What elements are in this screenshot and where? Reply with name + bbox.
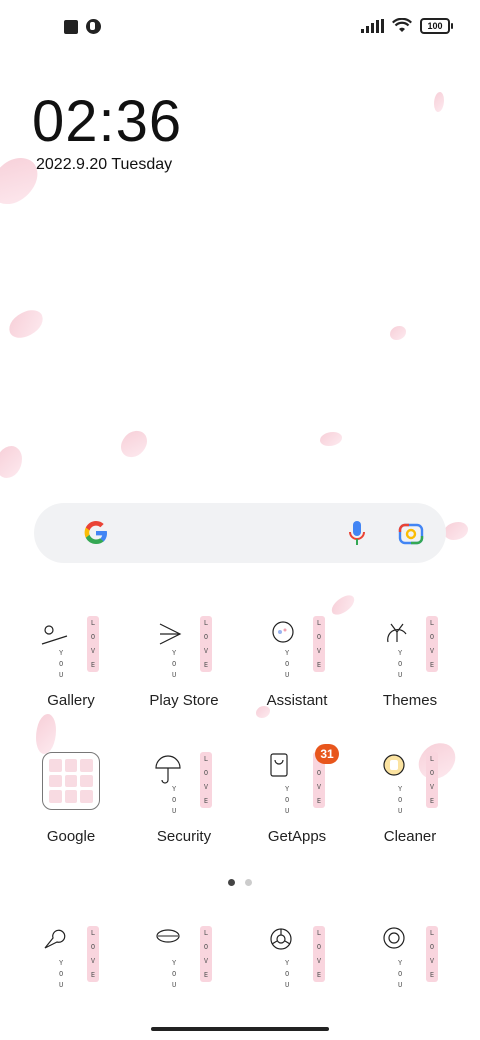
- themes-icon: [387, 623, 407, 643]
- signal-icon: [361, 19, 384, 33]
- page-dot: [245, 879, 252, 886]
- battery-icon: 100: [420, 18, 453, 34]
- messages-icon: [44, 929, 66, 949]
- dock-chrome[interactable]: YOU LOVE: [241, 926, 353, 992]
- app-label: Play Store: [149, 692, 219, 709]
- clock-date[interactable]: 2022.9.20 Tuesday: [36, 156, 172, 174]
- security-umbrella-icon: [155, 755, 181, 784]
- app-assistant[interactable]: YOU LOVE Assistant: [241, 616, 353, 709]
- wifi-icon: [392, 18, 412, 32]
- petal-decoration: [320, 432, 342, 446]
- chrome-icon: [270, 928, 292, 950]
- petal-decoration: [36, 714, 56, 754]
- page-indicator: [228, 879, 252, 886]
- dock-chat[interactable]: YOU LOVE: [128, 926, 240, 992]
- folder-icon: [42, 752, 100, 810]
- app-cleaner[interactable]: YOU LOVE Cleaner: [354, 752, 466, 845]
- petal-decoration: [390, 326, 406, 340]
- app-label: Assistant: [266, 692, 328, 709]
- page-dot-active: [228, 879, 235, 886]
- google-search-bar[interactable]: [34, 503, 446, 563]
- camera-icon: [383, 927, 405, 949]
- status-bar: 100: [0, 0, 480, 56]
- app-google-folder[interactable]: Google: [15, 752, 127, 845]
- stop-square-icon: [64, 19, 78, 34]
- petal-decoration: [434, 92, 444, 112]
- clock-time[interactable]: 02:36: [32, 88, 182, 155]
- cleaner-icon: [383, 754, 405, 776]
- getapps-bag-icon: [270, 753, 288, 777]
- petal-decoration: [328, 592, 358, 618]
- microphone-icon[interactable]: [348, 520, 366, 546]
- petal-decoration: [117, 426, 151, 462]
- petal-decoration: [4, 306, 48, 342]
- app-label: Cleaner: [383, 828, 437, 845]
- app-label: Security: [156, 828, 212, 845]
- google-lens-icon[interactable]: [398, 522, 424, 546]
- app-play-store[interactable]: YOU LOVE Play Store: [128, 616, 240, 709]
- app-label: Gallery: [47, 692, 95, 709]
- app-themes[interactable]: YOU LOVE Themes: [354, 616, 466, 709]
- app-label: GetApps: [267, 828, 327, 845]
- app-gallery[interactable]: YOU LOVE Gallery: [15, 616, 127, 709]
- app-getapps[interactable]: YOU LOVE 31 GetApps: [241, 744, 353, 845]
- dock-messages[interactable]: YOU LOVE: [15, 926, 127, 992]
- app-label: Google: [46, 828, 96, 845]
- notification-badge: 31: [315, 744, 339, 764]
- notification-app-icon: [86, 19, 101, 34]
- chat-icon: [156, 929, 180, 943]
- petal-decoration: [444, 522, 468, 540]
- assistant-icon: [272, 621, 294, 643]
- app-label: Themes: [382, 692, 438, 709]
- dock-camera[interactable]: YOU LOVE: [354, 926, 466, 992]
- home-indicator[interactable]: [151, 1027, 329, 1031]
- app-security[interactable]: YOU LOVE Security: [128, 752, 240, 845]
- petal-decoration: [0, 446, 22, 478]
- google-g-icon: [84, 521, 107, 544]
